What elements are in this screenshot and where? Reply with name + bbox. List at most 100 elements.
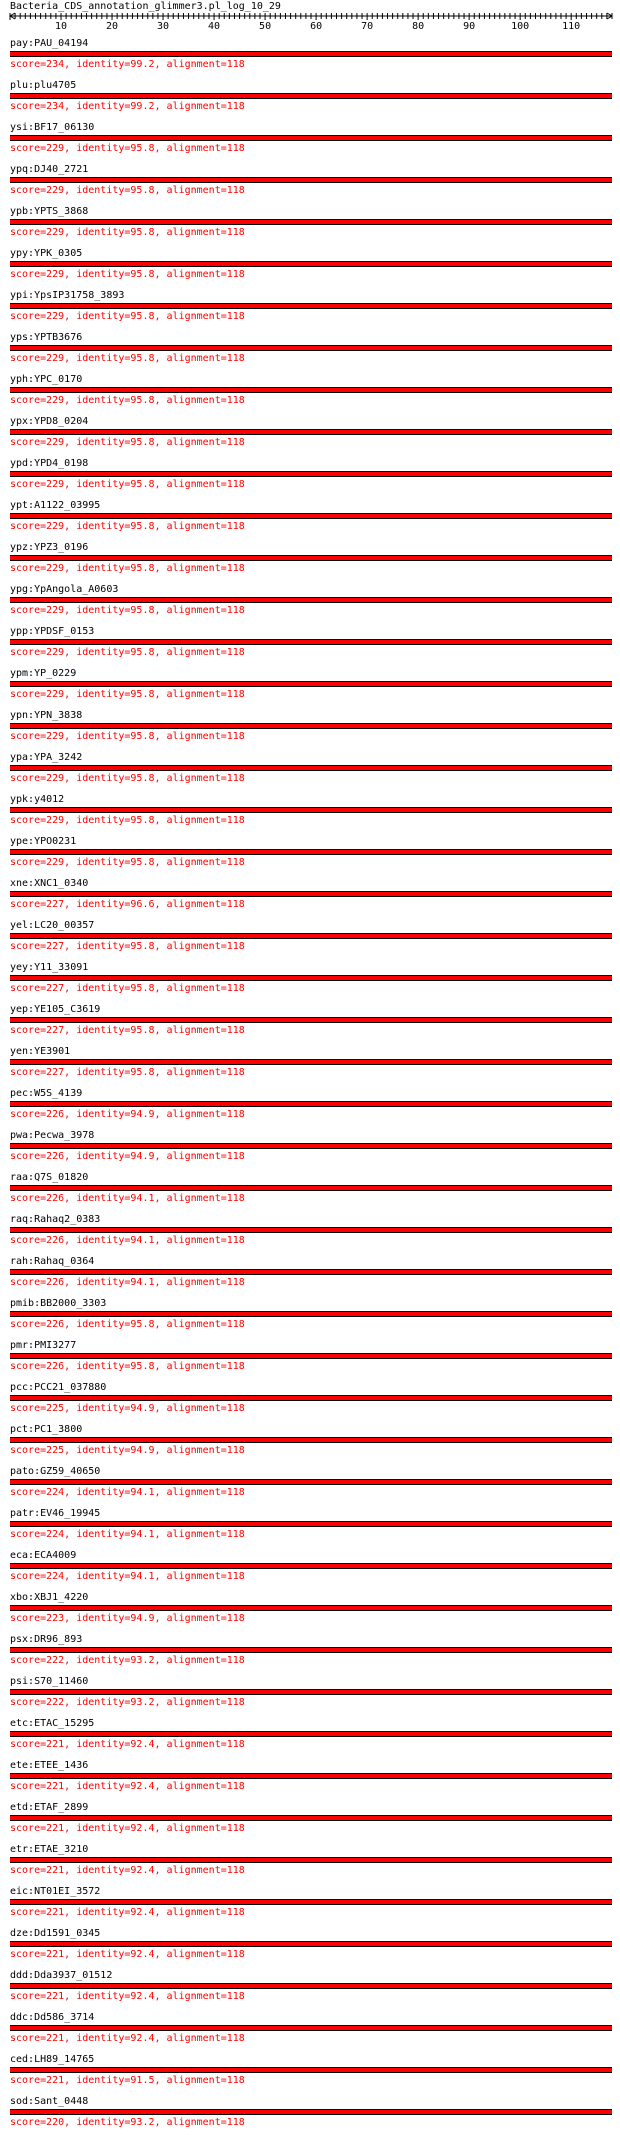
hit-name-link[interactable]: ypq:DJ40_2721	[10, 164, 88, 176]
hit-name-link[interactable]: etr:ETAE_3210	[10, 1844, 88, 1856]
alignment-bar[interactable]	[10, 597, 612, 603]
alignment-bar[interactable]	[10, 891, 612, 897]
hit-name-link[interactable]: yep:YE105_C3619	[10, 1004, 100, 1016]
alignment-bar[interactable]	[10, 1773, 612, 1779]
alignment-bar[interactable]	[10, 1395, 612, 1401]
alignment-bar[interactable]	[10, 1479, 612, 1485]
alignment-bar[interactable]	[10, 723, 612, 729]
hit-name-link[interactable]: ype:YPO0231	[10, 836, 76, 848]
alignment-bar[interactable]	[10, 345, 612, 351]
alignment-bar[interactable]	[10, 1311, 612, 1317]
hit-name-link[interactable]: xne:XNC1_0340	[10, 878, 88, 890]
alignment-bar[interactable]	[10, 1563, 612, 1569]
hit-name-link[interactable]: ypm:YP_0229	[10, 668, 76, 680]
alignment-bar[interactable]	[10, 513, 612, 519]
hit-name-link[interactable]: yel:LC20_00357	[10, 920, 94, 932]
hit-name-link[interactable]: ypk:y4012	[10, 794, 64, 806]
alignment-bar[interactable]	[10, 2109, 612, 2115]
alignment-bar[interactable]	[10, 1437, 612, 1443]
hit-name-link[interactable]: yps:YPTB3676	[10, 332, 82, 344]
alignment-bar[interactable]	[10, 93, 612, 99]
hit-name-link[interactable]: eic:NT01EI_3572	[10, 1886, 100, 1898]
hit-name-link[interactable]: yph:YPC_0170	[10, 374, 82, 386]
alignment-bar[interactable]	[10, 303, 612, 309]
alignment-bar[interactable]	[10, 1983, 612, 1989]
alignment-bar[interactable]	[10, 2067, 612, 2073]
alignment-bar[interactable]	[10, 765, 612, 771]
alignment-bar[interactable]	[10, 1605, 612, 1611]
alignment-bar[interactable]	[10, 1941, 612, 1947]
alignment-bar[interactable]	[10, 1689, 612, 1695]
alignment-bar[interactable]	[10, 681, 612, 687]
alignment-bar[interactable]	[10, 1227, 612, 1233]
hit-name-link[interactable]: pct:PC1_3800	[10, 1424, 82, 1436]
alignment-bar[interactable]	[10, 219, 612, 225]
alignment-bar[interactable]	[10, 1857, 612, 1863]
hit-name-link[interactable]: sod:Sant_0448	[10, 2096, 88, 2108]
alignment-bar[interactable]	[10, 1269, 612, 1275]
hit-name-link[interactable]: yen:YE3901	[10, 1046, 70, 1058]
hit-name-link[interactable]: eca:ECA4009	[10, 1550, 76, 1562]
alignment-bar[interactable]	[10, 1815, 612, 1821]
alignment-bar[interactable]	[10, 555, 612, 561]
hit-name-link[interactable]: patr:EV46_19945	[10, 1508, 100, 1520]
hit-name-link[interactable]: pmr:PMI3277	[10, 1340, 76, 1352]
alignment-bar[interactable]	[10, 933, 612, 939]
hit-name-link[interactable]: raa:Q7S_01820	[10, 1172, 88, 1184]
hit-name-link[interactable]: pec:W5S_4139	[10, 1088, 82, 1100]
hit-name-link[interactable]: dze:Dd1591_0345	[10, 1928, 100, 1940]
alignment-bar[interactable]	[10, 177, 612, 183]
hit-name-link[interactable]: ypd:YPD4_0198	[10, 458, 88, 470]
hit-name-link[interactable]: ypy:YPK_0305	[10, 248, 82, 260]
alignment-bar[interactable]	[10, 1731, 612, 1737]
alignment-bar[interactable]	[10, 261, 612, 267]
hit-name-link[interactable]: ypi:YpsIP31758_3893	[10, 290, 124, 302]
hit-name-link[interactable]: pmib:BB2000_3303	[10, 1298, 106, 1310]
alignment-bar[interactable]	[10, 1059, 612, 1065]
hit-name-link[interactable]: xbo:XBJ1_4220	[10, 1592, 88, 1604]
hit-name-link[interactable]: etc:ETAC_15295	[10, 1718, 94, 1730]
alignment-bar[interactable]	[10, 1101, 612, 1107]
alignment-bar[interactable]	[10, 429, 612, 435]
alignment-bar[interactable]	[10, 1185, 612, 1191]
alignment-bar[interactable]	[10, 135, 612, 141]
hit-name-link[interactable]: ypg:YpAngola_A0603	[10, 584, 118, 596]
hit-name-link[interactable]: ypx:YPD8_0204	[10, 416, 88, 428]
hit-name-link[interactable]: ypz:YPZ3_0196	[10, 542, 88, 554]
alignment-bar[interactable]	[10, 1647, 612, 1653]
hit-name-link[interactable]: psi:S70_11460	[10, 1676, 88, 1688]
alignment-bar[interactable]	[10, 1899, 612, 1905]
hit-name-link[interactable]: psx:DR96_893	[10, 1634, 82, 1646]
hit-name-link[interactable]: ddc:Dd586_3714	[10, 2012, 94, 2024]
hit-name-link[interactable]: pato:GZ59_40650	[10, 1466, 100, 1478]
alignment-bar[interactable]	[10, 387, 612, 393]
alignment-bar[interactable]	[10, 2025, 612, 2031]
hit-name-link[interactable]: plu:plu4705	[10, 80, 76, 92]
hit-name-link[interactable]: ypn:YPN_3838	[10, 710, 82, 722]
alignment-bar[interactable]	[10, 849, 612, 855]
hit-name-link[interactable]: pay:PAU_04194	[10, 38, 88, 50]
alignment-bar[interactable]	[10, 1017, 612, 1023]
hit-name-link[interactable]: ypb:YPTS_3868	[10, 206, 88, 218]
alignment-bar[interactable]	[10, 51, 612, 57]
hit-name-link[interactable]: ypa:YPA_3242	[10, 752, 82, 764]
hit-name-link[interactable]: rah:Rahaq_0364	[10, 1256, 94, 1268]
hit-name-link[interactable]: ddd:Dda3937_01512	[10, 1970, 112, 1982]
alignment-bar[interactable]	[10, 807, 612, 813]
hit-name-link[interactable]: ced:LH89_14765	[10, 2054, 94, 2066]
hit-name-link[interactable]: ypt:A1122_03995	[10, 500, 100, 512]
alignment-bar[interactable]	[10, 1353, 612, 1359]
alignment-bar[interactable]	[10, 1143, 612, 1149]
alignment-bar[interactable]	[10, 471, 612, 477]
hit-name-link[interactable]: ysi:BF17_06130	[10, 122, 94, 134]
hit-name-link[interactable]: etd:ETAF_2899	[10, 1802, 88, 1814]
hit-name-link[interactable]: ypp:YPDSF_0153	[10, 626, 94, 638]
alignment-bar[interactable]	[10, 1521, 612, 1527]
hit-name-link[interactable]: pcc:PCC21_037880	[10, 1382, 106, 1394]
hit-name-link[interactable]: raq:Rahaq2_0383	[10, 1214, 100, 1226]
alignment-bar[interactable]	[10, 975, 612, 981]
hit-name-link[interactable]: pwa:Pecwa_3978	[10, 1130, 94, 1142]
hit-name-link[interactable]: yey:Y11_33091	[10, 962, 88, 974]
hit-name-link[interactable]: ete:ETEE_1436	[10, 1760, 88, 1772]
alignment-bar[interactable]	[10, 639, 612, 645]
